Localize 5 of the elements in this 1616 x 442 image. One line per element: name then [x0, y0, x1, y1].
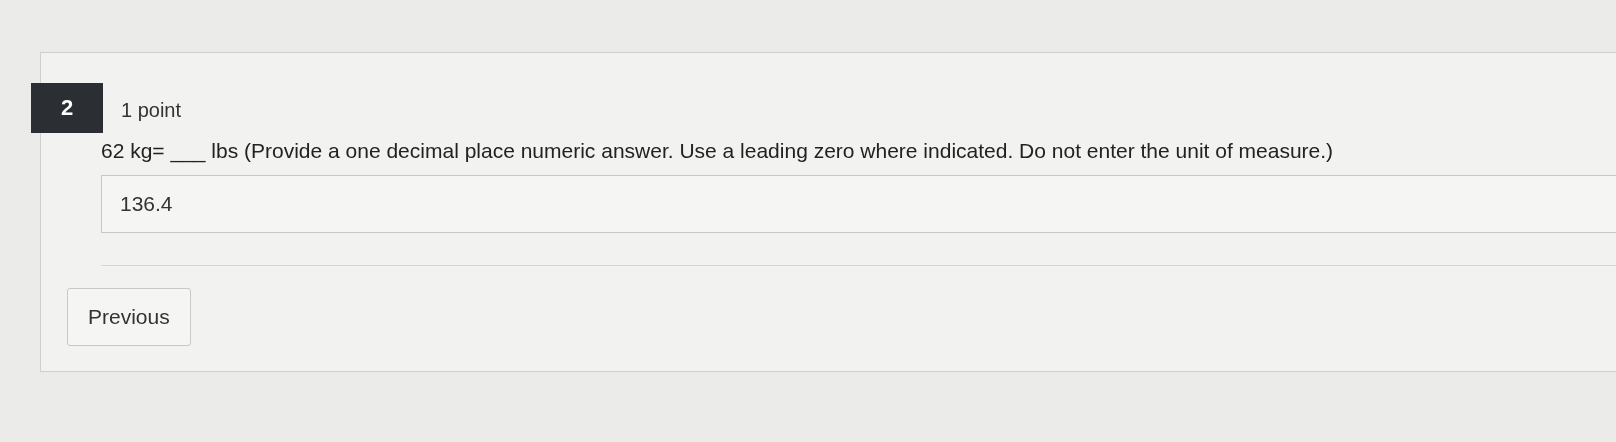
question-text: 62 kg= ___ lbs (Provide a one decimal place numeric answer. Use a leading zero where indicated. Do not enter the unit of measure.) — [101, 139, 1335, 163]
answer-field[interactable]: 136.4 — [101, 175, 1616, 233]
points-label: 1 point — [121, 98, 182, 122]
previous-button[interactable]: Previous — [67, 288, 191, 346]
question-number: 2 — [31, 83, 103, 133]
